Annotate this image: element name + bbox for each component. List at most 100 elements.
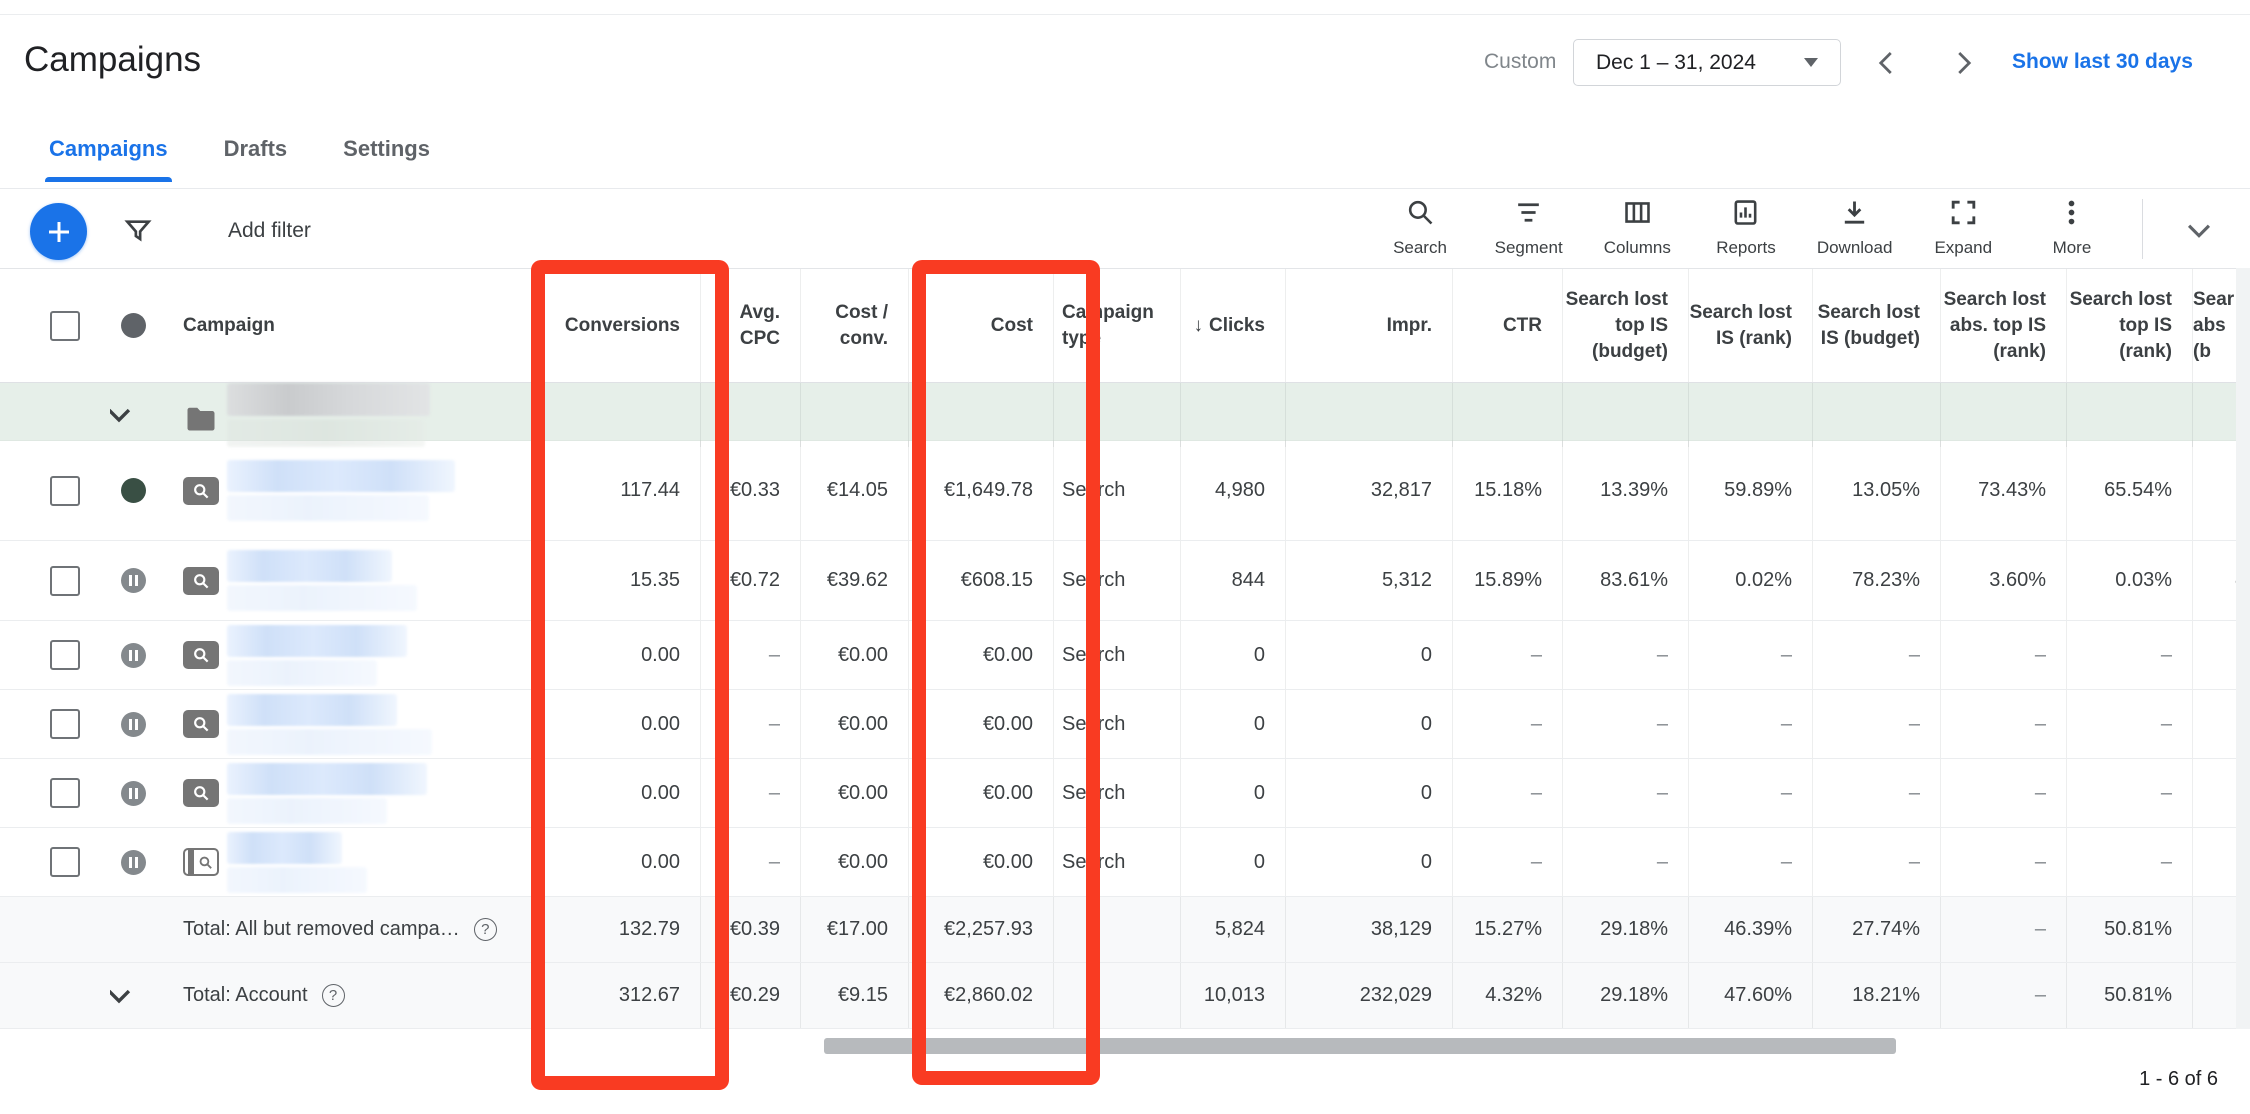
header-search_lost_top_is_rank[interactable]: Search losttop IS(rank) [2066, 269, 2192, 382]
cell-search_lost_truncated [2192, 621, 2236, 689]
redacted-campaign-name [227, 763, 427, 824]
totals-row: Total: Account?312.67€0.29€9.15€2,860.02… [0, 963, 2250, 1029]
cell-search_lost_top_is_rank: – [2066, 621, 2192, 689]
help-icon[interactable]: ? [322, 984, 345, 1007]
row-campaign[interactable] [165, 621, 535, 689]
header-search_lost_top_is_budget[interactable]: Search losttop IS(budget) [1562, 269, 1688, 382]
row-campaign[interactable] [165, 759, 535, 827]
row-campaign[interactable] [165, 541, 535, 620]
search-button[interactable]: Search [1372, 197, 1468, 258]
date-mode-label: Custom [1484, 50, 1556, 74]
help-icon[interactable]: ? [474, 918, 497, 941]
cell-campaign_type [1053, 383, 1180, 447]
header-cost_per_conv[interactable]: Cost / conv. [800, 269, 908, 382]
totals-label: Total: Account? [165, 963, 535, 1028]
cell-ctr: 15.89% [1452, 541, 1562, 620]
cell-search_lost_top_is_rank: – [2066, 690, 2192, 758]
tab-campaigns[interactable]: Campaigns [49, 136, 168, 178]
cell-search_lost_top_is_budget: 83.61% [1562, 541, 1688, 620]
cell-cost [908, 383, 1053, 447]
cell-cost: €0.00 [908, 621, 1053, 689]
row-campaign[interactable] [165, 690, 535, 758]
totals-campaign_type [1053, 963, 1180, 1028]
status-paused-icon[interactable] [121, 850, 146, 875]
cell-ctr: – [1452, 759, 1562, 827]
toolbar-actions: Search Segment ColumnsReports Download Expan… [1372, 197, 2120, 258]
download-button[interactable]: Download [1807, 197, 1903, 258]
status-paused-icon[interactable] [121, 568, 146, 593]
cell-clicks [1180, 383, 1285, 447]
download-icon [1839, 197, 1870, 233]
segment-button[interactable]: Segment [1481, 197, 1577, 258]
row-campaign[interactable] [165, 828, 535, 896]
row-campaign[interactable] [165, 441, 535, 540]
cell-search_lost_is_budget: – [1812, 828, 1940, 896]
cell-search_lost_top_is_budget: – [1562, 621, 1688, 689]
cell-search_lost_top_is_rank: 65.54% [2066, 441, 2192, 540]
totals-search_lost_is_rank: 47.60% [1688, 963, 1812, 1028]
tab-settings[interactable]: Settings [343, 136, 430, 178]
cell-search_lost_is_budget: – [1812, 621, 1940, 689]
header-campaign[interactable]: Campaign [165, 269, 535, 382]
cell-avg_cpc: – [700, 690, 800, 758]
previous-period-button[interactable] [1872, 48, 1902, 78]
cell-search_lost_top_is_budget: – [1562, 690, 1688, 758]
header-conversions[interactable]: Conversions [535, 269, 700, 382]
campaign-row: 0.00–€0.00€0.00Search00–––––– [0, 759, 2250, 828]
show-last-30-days-link[interactable]: Show last 30 days [2012, 50, 2193, 74]
cell-search_lost_top_is_budget [1562, 383, 1688, 447]
more-button[interactable]: More [2024, 197, 2120, 258]
header-search_lost_truncated[interactable]: Searabs(b [2192, 269, 2236, 382]
campaign-group-row [0, 383, 2250, 441]
action-label: Download [1817, 238, 1893, 258]
next-period-button[interactable] [1948, 48, 1978, 78]
row-checkbox[interactable] [50, 778, 80, 808]
header-avg_cpc[interactable]: Avg.CPC [700, 269, 800, 382]
collapse-group-icon[interactable] [110, 398, 136, 432]
tab-drafts[interactable]: Drafts [224, 136, 288, 178]
status-paused-icon[interactable] [121, 712, 146, 737]
reports-button[interactable]: Reports [1698, 197, 1794, 258]
header-search_lost_is_rank[interactable]: Search lostIS (rank) [1688, 269, 1812, 382]
cell-search_lost_abs_top_is_rank: 3.60% [1940, 541, 2066, 620]
horizontal-scrollbar[interactable] [824, 1038, 1896, 1054]
select-all-checkbox[interactable] [50, 311, 80, 341]
row-checkbox[interactable] [50, 566, 80, 596]
date-range-selector[interactable]: Dec 1 – 31, 2024 [1573, 39, 1841, 86]
header-campaign_type[interactable]: Campaigntype [1053, 269, 1180, 382]
action-label: More [2053, 238, 2092, 258]
cell-search_lost_abs_top_is_rank: – [1940, 690, 2066, 758]
cell-conversions: 15.35 [535, 541, 700, 620]
header-clicks[interactable]: ↓Clicks [1180, 269, 1285, 382]
header-search_lost_is_budget[interactable]: Search lostIS (budget) [1812, 269, 1940, 382]
expand-account-total-icon[interactable] [110, 979, 136, 1013]
row-status [110, 621, 165, 689]
header-search_lost_abs_top_is_rank[interactable]: Search lostabs. top IS(rank) [1940, 269, 2066, 382]
cell-search_lost_is_budget [1812, 383, 1940, 447]
filter-icon[interactable] [122, 215, 154, 247]
cell-clicks: 844 [1180, 541, 1285, 620]
status-enabled-icon[interactable] [121, 478, 146, 503]
row-campaign[interactable] [165, 383, 535, 447]
header-ctr[interactable]: CTR [1452, 269, 1562, 382]
cell-search_lost_is_budget: 13.05% [1812, 441, 1940, 540]
row-checkbox[interactable] [50, 640, 80, 670]
redacted-campaign-name [227, 383, 430, 447]
add-filter-button[interactable]: Add filter [228, 219, 311, 243]
columns-button[interactable]: Columns [1589, 197, 1685, 258]
add-campaign-button[interactable] [30, 203, 87, 260]
totals-avg_cpc: €0.29 [700, 963, 800, 1028]
collapse-toolbar-button[interactable] [2182, 213, 2216, 247]
header-cost[interactable]: Cost [908, 269, 1053, 382]
header-impr[interactable]: Impr. [1285, 269, 1452, 382]
status-paused-icon[interactable] [121, 781, 146, 806]
row-checkbox[interactable] [50, 476, 80, 506]
campaign-row: 0.00–€0.00€0.00Search00–––––– [0, 690, 2250, 759]
totals-clicks: 10,013 [1180, 963, 1285, 1028]
expand-button[interactable]: Expand [1915, 197, 2011, 258]
action-label: Segment [1495, 238, 1563, 258]
row-checkbox[interactable] [50, 709, 80, 739]
status-paused-icon[interactable] [121, 643, 146, 668]
cell-search_lost_is_rank: – [1688, 621, 1812, 689]
row-checkbox[interactable] [50, 847, 80, 877]
